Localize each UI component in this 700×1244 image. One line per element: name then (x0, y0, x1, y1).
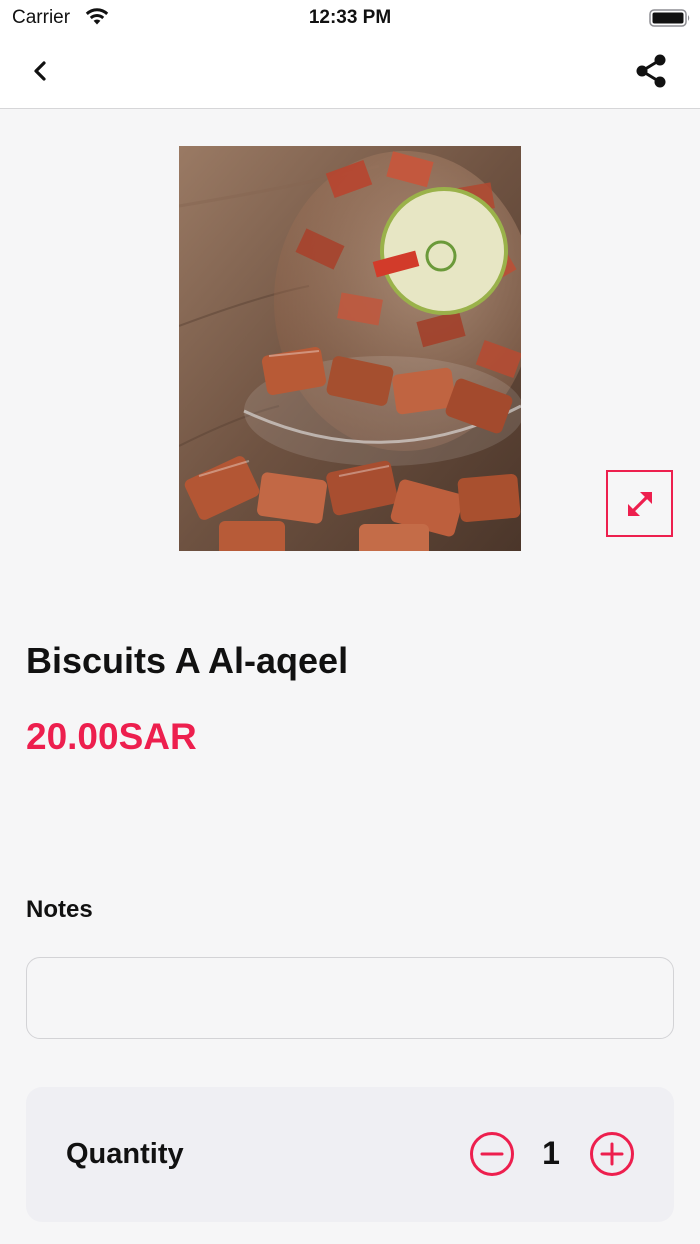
quantity-card: Quantity 1 (26, 1087, 674, 1222)
minus-circle-icon[interactable] (469, 1131, 515, 1177)
quantity-value: 1 (542, 1135, 560, 1171)
product-title: Biscuits A Al-aqeel (26, 640, 349, 681)
product-image[interactable] (179, 146, 521, 551)
quantity-label: Quantity (66, 1138, 184, 1170)
product-photo (179, 146, 521, 551)
notes-input[interactable] (26, 957, 674, 1039)
share-icon[interactable] (632, 52, 670, 90)
nav-bar (0, 36, 700, 109)
status-time: 12:33 PM (308, 7, 392, 28)
expand-arrows-icon (627, 491, 652, 516)
back-icon[interactable] (26, 56, 54, 86)
battery-icon (649, 9, 690, 27)
expand-image-button[interactable] (606, 470, 673, 537)
notes-label: Notes (26, 896, 93, 923)
status-bar: Carrier 12:33 PM (0, 0, 700, 36)
product-price: 20.00SAR (26, 716, 197, 757)
plus-circle-icon[interactable] (589, 1131, 635, 1177)
